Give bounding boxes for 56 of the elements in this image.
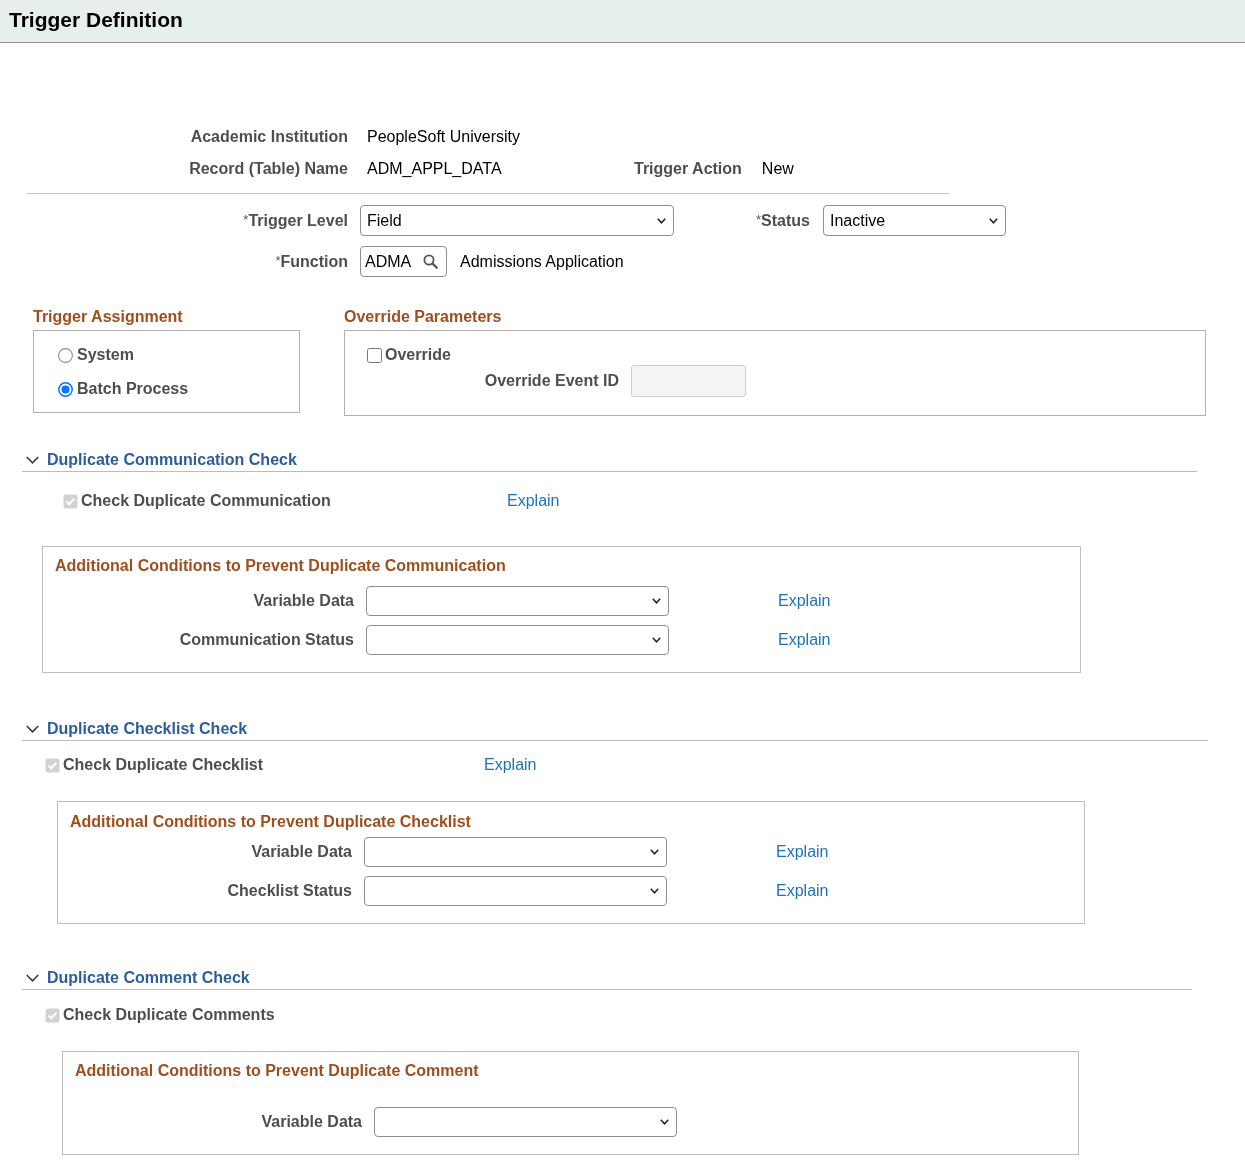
checkbox[interactable] — [367, 347, 382, 363]
field-label: Override Event ID — [484, 372, 619, 390]
radio-label: Batch Process — [77, 380, 189, 398]
checkbox-label: Check Duplicate Checklist — [63, 756, 264, 774]
checkbox-label: Check Duplicate Comments — [63, 1006, 275, 1024]
field-label: Checklist Status — [227, 881, 352, 901]
dropdown-field[interactable] — [364, 837, 667, 867]
chevron-down-icon[interactable] — [26, 456, 39, 464]
function-field[interactable]: ADMA — [360, 246, 447, 277]
field-label: Communication Status — [179, 630, 354, 650]
explain-link[interactable]: Explain — [776, 881, 829, 901]
group-title: Override Parameters — [344, 307, 502, 327]
field-label: Variable Data — [251, 842, 352, 862]
checkbox-label: Check Duplicate Communication — [81, 492, 331, 510]
dropdown-field[interactable] — [364, 876, 667, 906]
caret-icon — [652, 637, 661, 643]
field-label: Academic Institution — [190, 128, 348, 146]
caret-icon — [660, 1119, 669, 1125]
function-description: Admissions Application — [460, 252, 624, 271]
panel-title: Additional Conditions to Prevent Duplicate Communication — [55, 556, 506, 576]
field-label: Variable Data — [261, 1112, 362, 1132]
field-value: PeopleSoft University — [367, 128, 520, 146]
radio-button[interactable] — [58, 381, 73, 397]
page-title: Trigger Definition — [9, 8, 183, 32]
section-title[interactable]: Duplicate Comment Check — [47, 968, 250, 988]
panel-title: Additional Conditions to Prevent Duplicate Comment — [75, 1061, 479, 1081]
caret-icon — [989, 217, 998, 224]
field-label: Trigger Action — [634, 160, 742, 178]
section-title[interactable]: Duplicate Checklist Check — [47, 719, 248, 739]
field-label: Variable Data — [253, 591, 354, 611]
dropdown-field[interactable] — [366, 625, 669, 655]
caret-icon — [657, 217, 666, 224]
panel-title: Additional Conditions to Prevent Duplicate Checklist — [70, 812, 471, 832]
radio-label: System — [77, 346, 134, 364]
explain-link[interactable]: Explain — [507, 492, 560, 510]
dropdown-field[interactable]: Field — [360, 205, 674, 236]
field-label: Record (Table) Name — [189, 160, 348, 178]
explain-link[interactable]: Explain — [778, 630, 831, 650]
field-value: New — [761, 160, 794, 178]
chevron-down-icon[interactable] — [26, 725, 39, 733]
search-icon[interactable] — [423, 254, 438, 269]
caret-icon — [652, 598, 661, 604]
dropdown-field[interactable] — [366, 586, 669, 616]
explain-link[interactable]: Explain — [778, 591, 831, 611]
caret-icon — [650, 849, 659, 855]
checkbox-label: Override — [385, 346, 451, 364]
dropdown-field[interactable] — [374, 1107, 677, 1137]
explain-link[interactable]: Explain — [484, 756, 537, 774]
group-title: Trigger Assignment — [33, 307, 183, 327]
radio-button[interactable] — [58, 347, 73, 363]
caret-icon — [650, 888, 659, 894]
dropdown-field[interactable]: Inactive — [823, 205, 1006, 236]
field-value: ADM_APPL_DATA — [367, 160, 502, 178]
explain-link[interactable]: Explain — [776, 842, 829, 862]
chevron-down-icon[interactable] — [26, 974, 39, 982]
section-title[interactable]: Duplicate Communication Check — [47, 450, 297, 470]
